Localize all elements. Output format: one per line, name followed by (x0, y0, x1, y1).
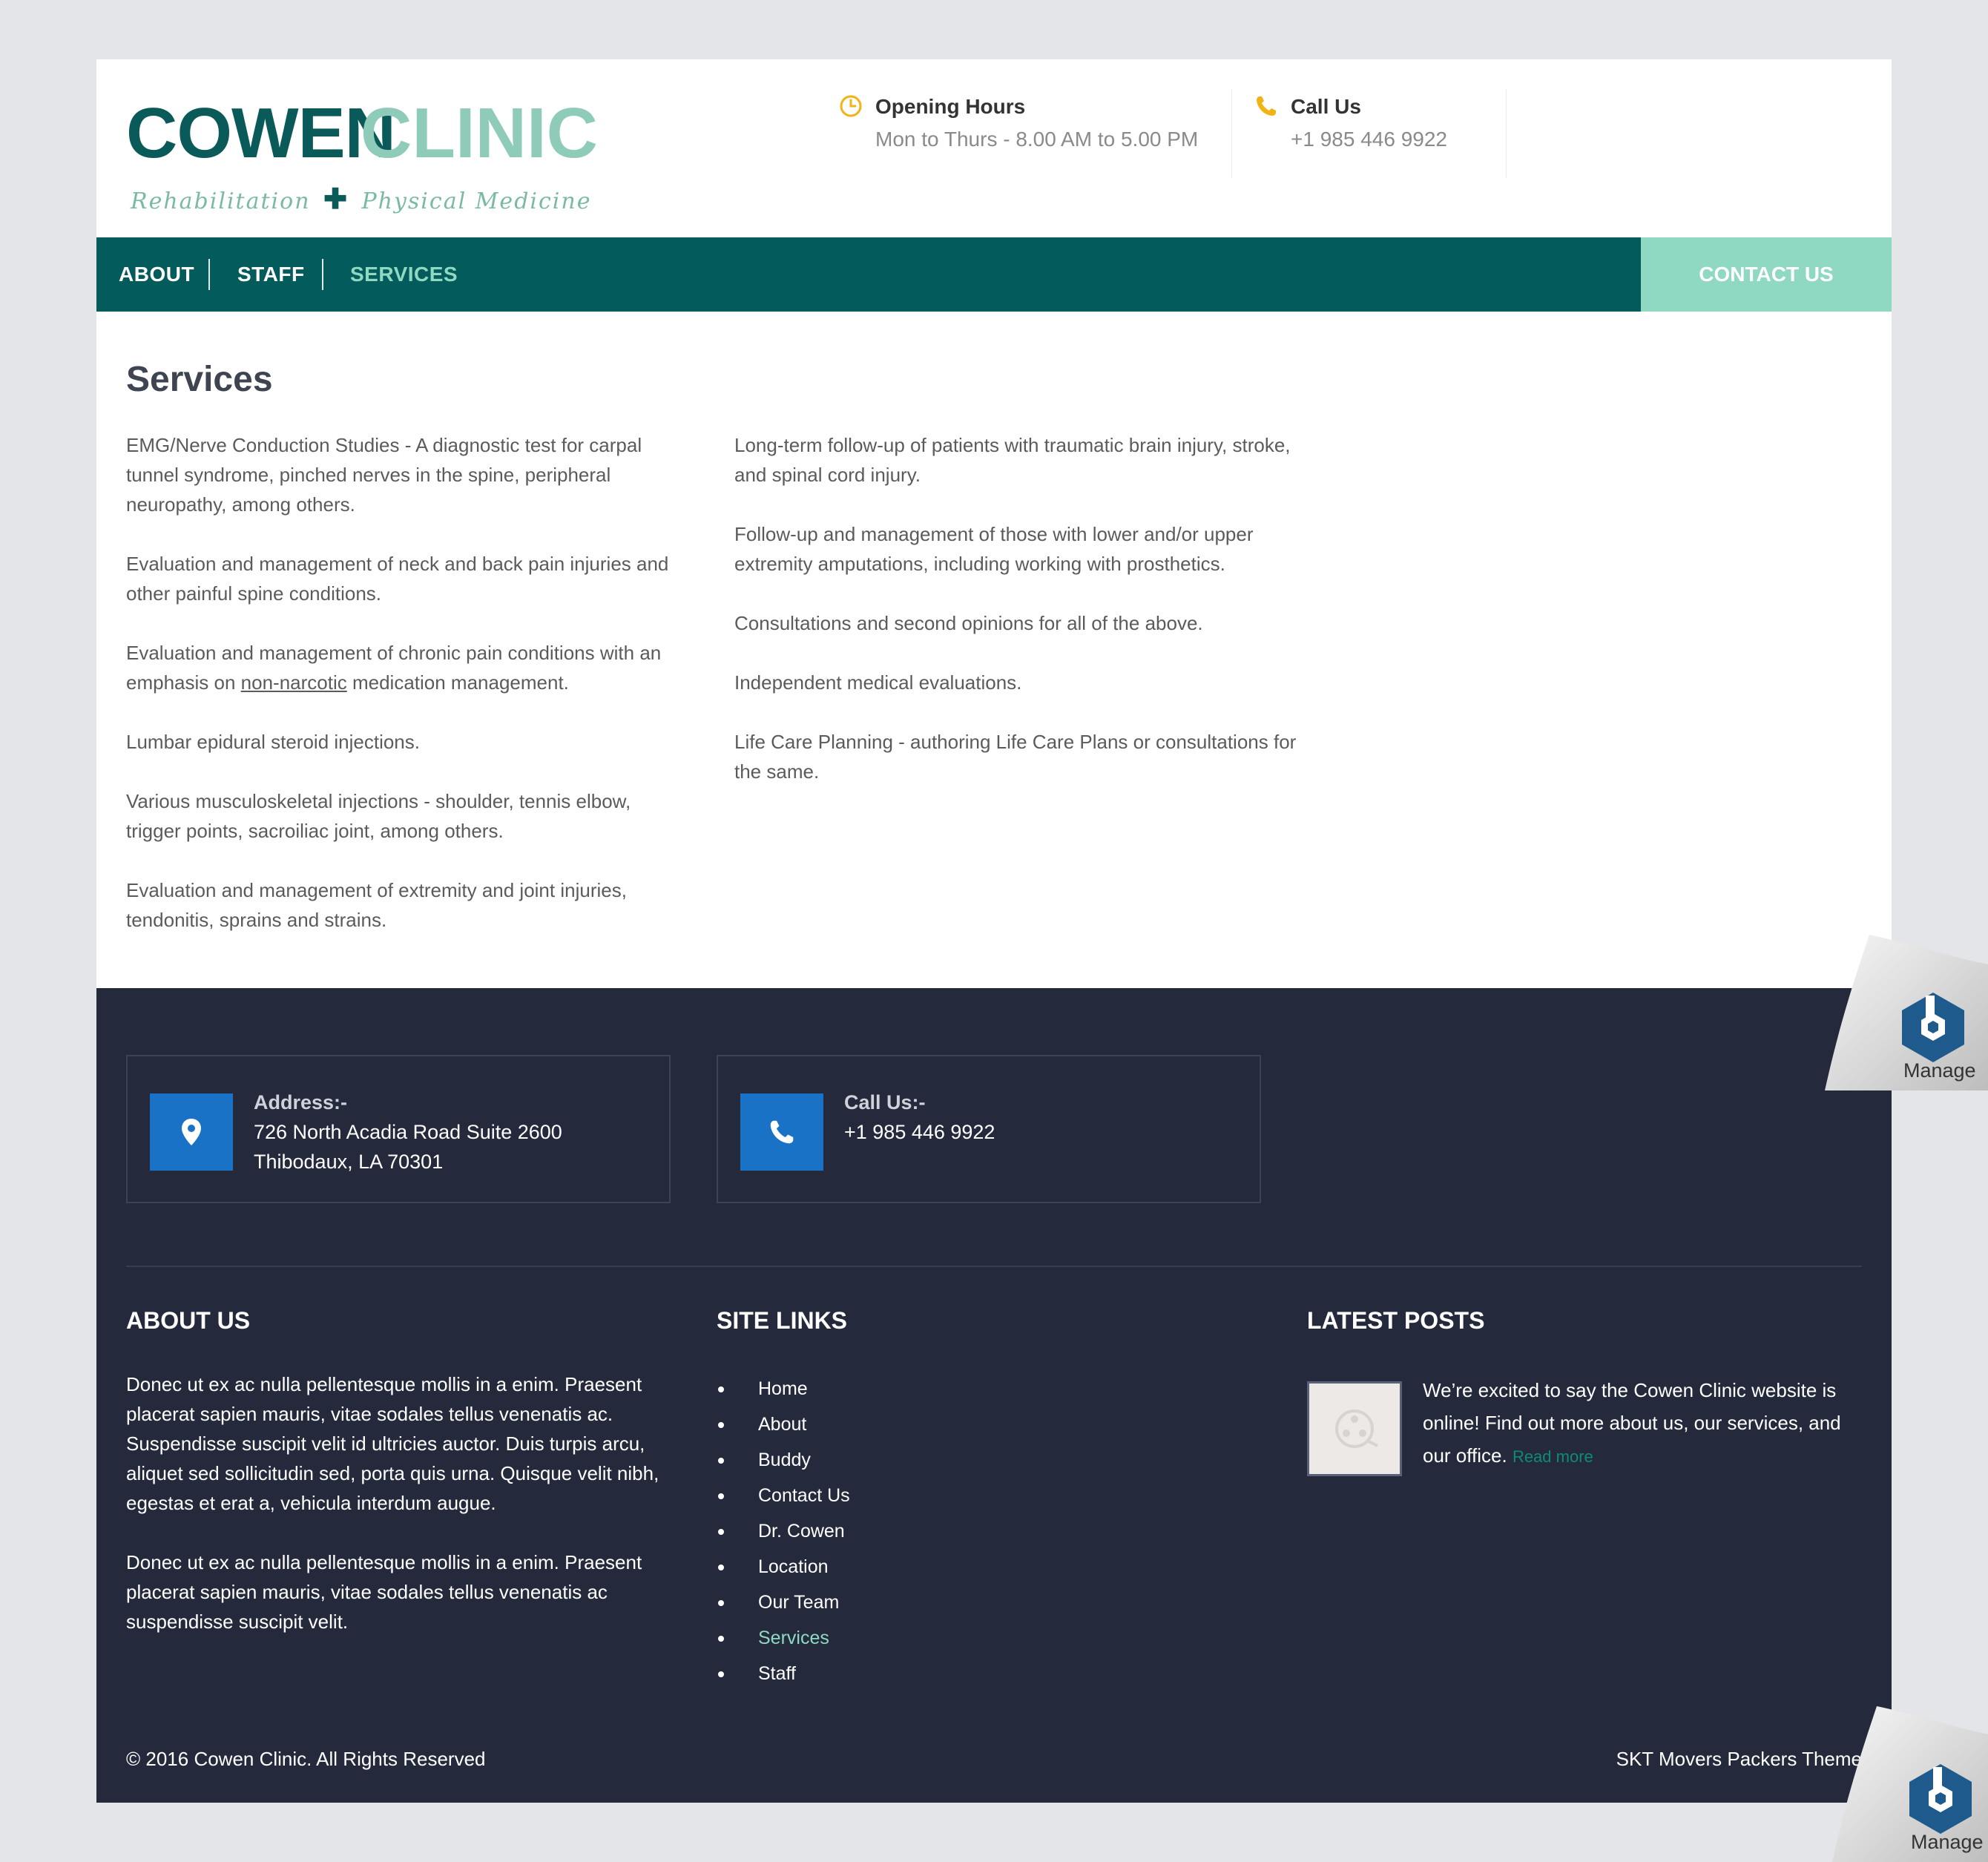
call-phone[interactable]: +1 985 446 9922 (844, 1117, 1245, 1147)
read-more-link[interactable]: Read more (1513, 1447, 1593, 1466)
services-column-right: Long-term follow-up of patients with tra… (734, 430, 1320, 816)
address-icon-tile (150, 1093, 233, 1171)
cross-icon: ✚ (323, 182, 349, 215)
opening-hours-title: Opening Hours (875, 95, 1026, 118)
non-narcotic-link[interactable]: non-narcotic (241, 671, 347, 694)
nav-divider (208, 259, 210, 290)
nav-item-services[interactable]: SERVICES (350, 237, 458, 312)
site-link-dr-cowen[interactable]: Dr. Cowen (717, 1513, 850, 1549)
site-link-about[interactable]: About (717, 1407, 850, 1442)
call-box: Call Us:- +1 985 446 9922 (717, 1055, 1261, 1203)
logo-tagline-left: Rehabilitation (131, 188, 311, 214)
logo-tagline: Rehabilitation ✚ Physical Medicine (131, 182, 591, 215)
service-item: Consultations and second opinions for al… (734, 612, 1203, 634)
services-column-left: EMG/Nerve Conduction Studies - A diagnos… (126, 430, 690, 964)
manage-label: Manage (1911, 1831, 1984, 1853)
call-us-phone[interactable]: +1 985 446 9922 (1291, 122, 1447, 157)
call-icon-tile (740, 1093, 823, 1171)
site-header: COWEN CLINIC Rehabilitation ✚ Physical M… (96, 59, 1892, 237)
site-logo[interactable]: COWEN CLINIC Rehabilitation ✚ Physical M… (126, 93, 598, 226)
site-links-heading: SITE LINKS (717, 1307, 848, 1334)
service-text: medication management. (346, 671, 569, 694)
main-content: Services EMG/Nerve Conduction Studies - … (96, 312, 1892, 988)
site-footer: Address:- 726 North Acadia Road Suite 26… (96, 988, 1892, 1803)
address-text: 726 North Acadia Road Suite 2600 Thiboda… (254, 1121, 562, 1173)
clock-icon (840, 95, 862, 117)
service-item: Long-term follow-up of patients with tra… (734, 434, 1291, 486)
nav-divider (322, 259, 323, 290)
phone-icon (770, 1120, 794, 1144)
hexagon-logo-icon (1902, 993, 1964, 1062)
call-us: Call Us +1 985 446 9922 (1254, 89, 1507, 178)
call-title: Call Us:- (844, 1091, 926, 1113)
service-item: Evaluation and management of extremity a… (126, 879, 627, 931)
map-pin-icon (182, 1119, 201, 1145)
about-paragraph: Donec ut ex ac nulla pellentesque mollis… (126, 1373, 659, 1514)
call-us-title: Call Us (1291, 95, 1361, 118)
page: COWEN CLINIC Rehabilitation ✚ Physical M… (96, 59, 1892, 1803)
latest-post-excerpt: We’re excited to say the Cowen Clinic we… (1423, 1374, 1868, 1473)
logo-word-clinic: CLINIC (361, 93, 598, 173)
address-title: Address:- (254, 1091, 348, 1113)
manage-label: Manage (1903, 1059, 1976, 1082)
manage-widget[interactable]: Manage (1825, 935, 1988, 1090)
nav-item-about[interactable]: ABOUT (119, 237, 194, 312)
logo-word-cowen: COWEN (126, 93, 396, 173)
service-item: EMG/Nerve Conduction Studies - A diagnos… (126, 434, 642, 516)
site-link-buddy[interactable]: Buddy (717, 1442, 850, 1478)
post-thumbnail[interactable] (1307, 1381, 1402, 1476)
service-item: Evaluation and management of chronic pai… (126, 638, 690, 697)
service-item: Life Care Planning - authoring Life Care… (734, 731, 1297, 783)
theme-credit[interactable]: SKT Movers Packers Theme (1616, 1748, 1862, 1771)
about-us-text: Donec ut ex ac nulla pellentesque mollis… (126, 1369, 675, 1666)
site-link-our-team[interactable]: Our Team (717, 1585, 850, 1620)
latest-post-text: We’re excited to say the Cowen Clinic we… (1423, 1379, 1841, 1467)
site-link-services[interactable]: Services (717, 1620, 850, 1656)
service-item: Various musculoskeletal injections - sho… (126, 790, 631, 842)
opening-hours: Opening Hours Mon to Thurs - 8.00 AM to … (838, 89, 1232, 178)
footer-divider (126, 1266, 1862, 1267)
main-nav: ABOUT STAFF SERVICES CONTACT US (96, 237, 1892, 312)
logo-tagline-right: Physical Medicine (361, 188, 592, 214)
address-box: Address:- 726 North Acadia Road Suite 26… (126, 1055, 671, 1203)
site-link-location[interactable]: Location (717, 1549, 850, 1585)
nav-item-staff[interactable]: STAFF (237, 237, 305, 312)
manage-widget[interactable]: Manage (1832, 1706, 1988, 1862)
about-us-heading: ABOUT US (126, 1307, 251, 1334)
copyright: © 2016 Cowen Clinic. All Rights Reserved (126, 1748, 486, 1770)
service-item: Lumbar epidural steroid injections. (126, 731, 420, 753)
site-link-home[interactable]: Home (717, 1371, 850, 1407)
service-item: Independent medical evaluations. (734, 671, 1022, 694)
site-link-contact-us[interactable]: Contact Us (717, 1478, 850, 1513)
service-item: Evaluation and management of neck and ba… (126, 553, 669, 605)
latest-posts-heading: LATEST POSTS (1307, 1307, 1485, 1334)
film-reel-icon (1335, 1409, 1378, 1448)
page-title: Services (126, 360, 273, 399)
site-link-staff[interactable]: Staff (717, 1656, 850, 1691)
opening-hours-text: Mon to Thurs - 8.00 AM to 5.00 PM (875, 128, 1199, 151)
contact-us-button[interactable]: CONTACT US (1641, 237, 1892, 312)
service-item: Follow-up and management of those with l… (734, 523, 1254, 575)
site-links-list: Home About Buddy Contact Us Dr. Cowen Lo… (717, 1371, 850, 1691)
hexagon-logo-icon (1909, 1764, 1972, 1834)
phone-icon (1257, 96, 1276, 116)
about-paragraph: Donec ut ex ac nulla pellentesque mollis… (126, 1551, 642, 1633)
